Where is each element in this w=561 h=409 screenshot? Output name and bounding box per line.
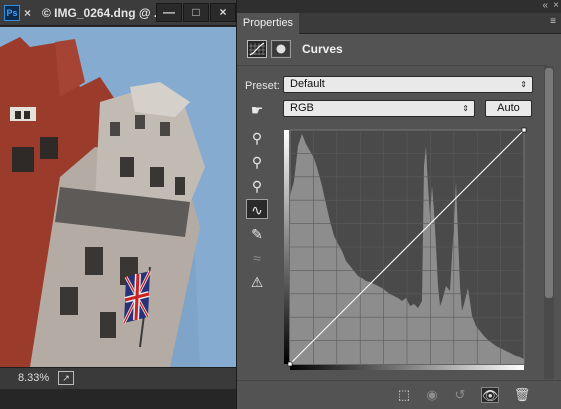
on-image-adjust-tool-icon[interactable]: ☛: [246, 100, 268, 120]
document-tab-close-icon[interactable]: ×: [24, 6, 31, 20]
output-gradient-bar: [284, 130, 289, 364]
document-titlebar[interactable]: Ps × © IMG_0264.dng @ ... — □ ×: [0, 0, 236, 26]
white-point-eyedropper-icon[interactable]: ⚲: [246, 176, 268, 196]
zoom-level[interactable]: 8.33%: [18, 372, 49, 384]
input-gradient-bar: [290, 365, 524, 370]
preset-dropdown-arrow-icon: ⇕: [520, 80, 527, 89]
photoshop-logo-icon: Ps: [4, 5, 20, 21]
adjustment-header: Curves: [237, 35, 547, 66]
edit-points-curve-tool-icon[interactable]: ∿: [246, 199, 268, 219]
preset-value: Default: [290, 78, 325, 90]
collapse-panel-icon[interactable]: «: [542, 0, 548, 11]
preset-label: Preset:: [245, 80, 280, 92]
clipping-warning-tool-icon[interactable]: ⚠: [246, 272, 268, 292]
channel-dropdown[interactable]: RGB ⇕: [283, 100, 475, 117]
document-window: Ps × © IMG_0264.dng @ ... — □ × 8.33% ↗: [0, 0, 236, 409]
workspace-bottom: [0, 390, 236, 409]
visibility-eye-icon[interactable]: 👁: [481, 387, 499, 403]
curves-adjustment-icon[interactable]: [247, 40, 267, 58]
panel-scrollbar[interactable]: [544, 66, 554, 379]
clip-to-layer-icon[interactable]: ⬚: [395, 387, 413, 403]
scrollbar-thumb[interactable]: [545, 68, 553, 298]
export-icon[interactable]: ↗: [58, 371, 74, 385]
document-title: © IMG_0264.dng @ ...: [42, 6, 164, 20]
curves-graph[interactable]: [284, 126, 528, 372]
layer-mask-icon[interactable]: [271, 40, 291, 58]
delete-layer-icon[interactable]: 🗑: [513, 387, 531, 403]
view-previous-state-icon[interactable]: ◉: [423, 387, 441, 403]
curve-point-black: [287, 361, 293, 367]
preset-dropdown[interactable]: Default ⇕: [283, 76, 533, 93]
pencil-draw-tool-icon[interactable]: ✎: [246, 224, 268, 244]
close-window-button[interactable]: ×: [210, 3, 236, 22]
channel-value: RGB: [290, 102, 314, 114]
document-status-bar: 8.33% ↗: [0, 367, 236, 389]
document-canvas[interactable]: [0, 27, 236, 367]
building-photo: [0, 27, 236, 367]
close-panel-icon[interactable]: ×: [553, 0, 559, 11]
reset-adjustment-icon[interactable]: ↺: [451, 387, 469, 403]
adjustment-title: Curves: [302, 42, 343, 56]
panel-footer: ⬚ ◉ ↺ 👁 🗑: [237, 380, 561, 409]
minimize-button[interactable]: —: [156, 3, 182, 22]
auto-button[interactable]: Auto: [485, 100, 532, 117]
tab-properties[interactable]: Properties: [237, 13, 299, 34]
curve-point-white: [521, 127, 527, 133]
properties-panel: « × Properties ≡ Curves Preset: Default …: [236, 0, 561, 409]
black-point-eyedropper-icon[interactable]: ⚲: [246, 128, 268, 148]
panel-top-strip: « ×: [237, 0, 561, 13]
gray-point-eyedropper-icon[interactable]: ⚲: [246, 152, 268, 172]
panel-tab-bar: Properties ≡: [237, 13, 561, 34]
channel-dropdown-arrow-icon: ⇕: [462, 104, 469, 113]
restore-button[interactable]: □: [183, 3, 209, 22]
smooth-curve-tool-icon[interactable]: ≈: [246, 248, 268, 268]
panel-menu-icon[interactable]: ≡: [550, 16, 556, 27]
